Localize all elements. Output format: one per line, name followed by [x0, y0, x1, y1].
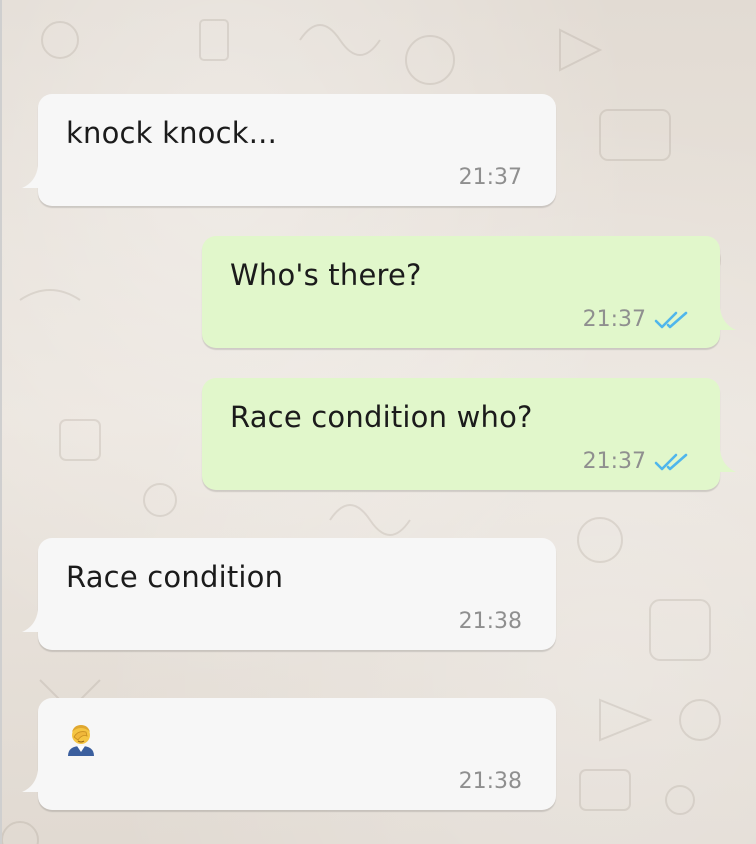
- message-time: 21:37: [582, 307, 646, 332]
- message-time: 21:37: [458, 165, 522, 190]
- bubble-tail: [714, 308, 736, 330]
- pane-divider: [0, 0, 2, 844]
- message-text: Race condition: [66, 560, 284, 594]
- double-check-read-icon: [654, 453, 688, 470]
- message-meta: 21:38: [459, 769, 522, 794]
- message-meta: 21:37: [583, 307, 692, 332]
- double-check-read-icon: [654, 311, 688, 328]
- bubble-tail: [22, 770, 44, 792]
- bubble-tail: [714, 450, 736, 472]
- message-bubble-outgoing[interactable]: Who's there? 21:37: [202, 236, 736, 348]
- message-bubble-incoming[interactable]: 21:38: [22, 698, 556, 810]
- bubble-tail: [22, 610, 44, 632]
- message-time: 21:38: [458, 609, 522, 634]
- message-bubble-incoming[interactable]: knock knock... 21:37: [22, 94, 556, 206]
- message-bubble-outgoing[interactable]: Race condition who? 21:37: [202, 378, 736, 490]
- message-text: knock knock...: [66, 116, 277, 150]
- message-bubble-incoming[interactable]: Race condition 21:38: [22, 538, 556, 650]
- message-time: 21:38: [458, 769, 522, 794]
- message-meta: 21:38: [459, 609, 522, 634]
- message-text: Who's there?: [230, 258, 422, 292]
- bubble-tail: [22, 166, 44, 188]
- message-meta: 21:37: [459, 165, 522, 190]
- facepalm-emoji-icon: [68, 725, 94, 756]
- message-time: 21:37: [582, 449, 646, 474]
- message-meta: 21:37: [583, 449, 692, 474]
- message-text: Race condition who?: [230, 400, 533, 434]
